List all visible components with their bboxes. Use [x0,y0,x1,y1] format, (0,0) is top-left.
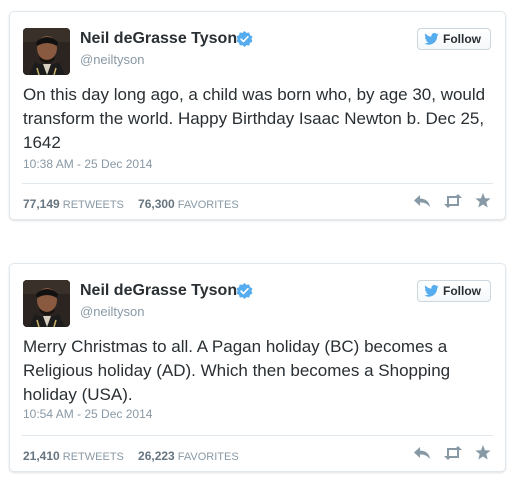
timestamp[interactable]: 10:54 AM - 25 Dec 2014 [23,407,152,421]
retweets-count[interactable]: 77,149 [23,197,60,211]
display-name[interactable]: Neil deGrasse Tyson [80,282,237,300]
timestamp[interactable]: 10:38 AM - 25 Dec 2014 [23,157,152,171]
tweet-card: Neil deGrasse Tyson @neiltyson Follow Me… [9,263,506,472]
favorites-label: FAVORITES [177,451,239,463]
retweets-label: RETWEETS [62,451,124,463]
twitter-bird-icon [424,33,439,45]
follow-label: Follow [443,284,481,298]
tweet-text: On this day long ago, a child was born w… [23,85,486,152]
divider [22,435,493,436]
follow-button[interactable]: Follow [417,28,491,50]
twitter-bird-icon [424,285,439,297]
follow-button[interactable]: Follow [417,280,491,302]
reply-icon[interactable] [413,194,431,208]
follow-label: Follow [443,32,481,46]
favorites-label: FAVORITES [177,199,239,211]
retweets-label: RETWEETS [62,199,124,211]
favorite-star-icon[interactable] [475,445,491,460]
avatar[interactable] [23,28,70,75]
favorites-count[interactable]: 26,223 [138,449,175,463]
avatar[interactable] [23,280,70,327]
reply-icon[interactable] [413,446,431,460]
verified-badge-icon [236,31,253,47]
favorites-count[interactable]: 76,300 [138,197,175,211]
tweet-actions [413,445,491,460]
favorite-star-icon[interactable] [475,193,491,208]
tweet-actions [413,193,491,208]
tweet-card: Neil deGrasse Tyson @neiltyson Follow On… [9,11,506,220]
retweet-icon[interactable] [443,445,463,460]
tweet-stats: 77,149 RETWEETS 76,300 FAVORITES [23,197,239,211]
handle[interactable]: @neiltyson [80,304,145,319]
tweet-stats: 21,410 RETWEETS 26,223 FAVORITES [23,449,239,463]
display-name[interactable]: Neil deGrasse Tyson [80,30,237,48]
tweet-text: Merry Christmas to all. A Pagan holiday … [23,337,451,404]
divider [22,183,493,184]
retweet-icon[interactable] [443,193,463,208]
handle[interactable]: @neiltyson [80,52,145,67]
verified-badge-icon [236,283,253,299]
retweets-count[interactable]: 21,410 [23,449,60,463]
